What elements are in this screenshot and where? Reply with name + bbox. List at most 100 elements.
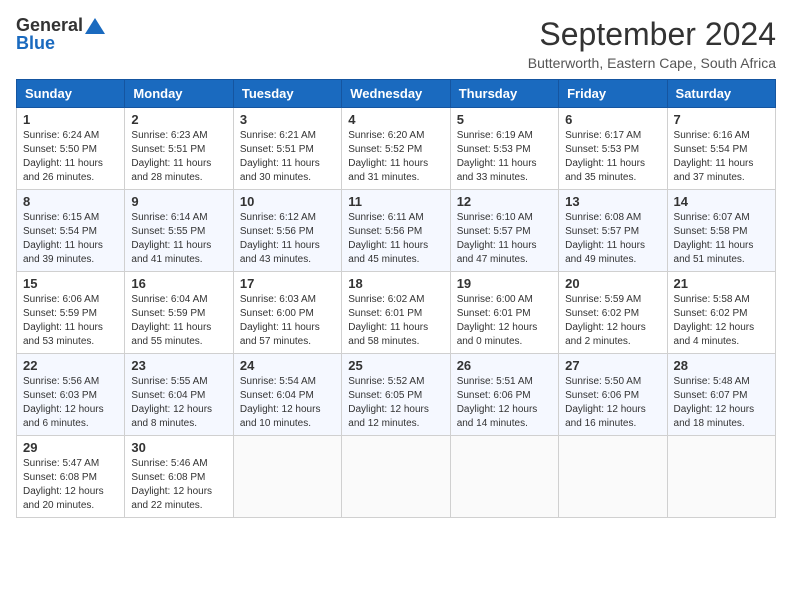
day-number: 17 xyxy=(240,276,335,291)
day-number: 8 xyxy=(23,194,118,209)
day-number: 28 xyxy=(674,358,769,373)
day-info: Sunrise: 6:00 AMSunset: 6:01 PMDaylight:… xyxy=(457,293,552,349)
day-number: 18 xyxy=(348,276,443,291)
calendar-cell: 1 Sunrise: 6:24 AMSunset: 5:50 PMDaylight… xyxy=(17,108,125,190)
calendar-cell xyxy=(667,436,775,518)
calendar-cell: 29Sunrise: 5:47 AMSunset: 6:08 PMDayligh… xyxy=(17,436,125,518)
day-number: 27 xyxy=(565,358,660,373)
calendar-cell: 14 Sunrise: 6:07 AMSunset: 5:58 PMDayligh… xyxy=(667,190,775,272)
day-info: Sunrise: 6:19 AMSunset: 5:53 PMDaylight:… xyxy=(457,129,552,185)
day-info: Sunrise: 5:51 AMSunset: 6:06 PMDaylight:… xyxy=(457,375,552,431)
day-info: Sunrise: 6:07 AMSunset: 5:58 PMDaylight:… xyxy=(674,211,769,267)
calendar-cell: 8 Sunrise: 6:15 AMSunset: 5:54 PMDaylight… xyxy=(17,190,125,272)
calendar-week-5: 29Sunrise: 5:47 AMSunset: 6:08 PMDayligh… xyxy=(17,436,776,518)
calendar-header-row: SundayMondayTuesdayWednesdayThursdayFrid… xyxy=(17,80,776,108)
day-info: Sunrise: 6:20 AMSunset: 5:52 PMDaylight:… xyxy=(348,129,443,185)
logo-blue-text: Blue xyxy=(16,34,55,54)
calendar-cell: 15 Sunrise: 6:06 AMSunset: 5:59 PMDayligh… xyxy=(17,272,125,354)
calendar-cell xyxy=(559,436,667,518)
calendar-cell: 30 Sunrise: 5:46 AMSunset: 6:08 PMDayligh… xyxy=(125,436,233,518)
day-info: Sunrise: 6:17 AMSunset: 5:53 PMDaylight:… xyxy=(565,129,660,185)
calendar-table: SundayMondayTuesdayWednesdayThursdayFrid… xyxy=(16,79,776,518)
calendar-cell: 11Sunrise: 6:11 AMSunset: 5:56 PMDayligh… xyxy=(342,190,450,272)
calendar-cell: 18 Sunrise: 6:02 AMSunset: 6:01 PMDayligh… xyxy=(342,272,450,354)
day-number: 13 xyxy=(565,194,660,209)
day-info: Sunrise: 5:46 AMSunset: 6:08 PMDaylight:… xyxy=(131,457,226,513)
logo-icon xyxy=(85,18,105,34)
day-info: Sunrise: 6:23 AMSunset: 5:51 PMDaylight:… xyxy=(131,129,226,185)
day-number: 26 xyxy=(457,358,552,373)
calendar-cell: 19 Sunrise: 6:00 AMSunset: 6:01 PMDayligh… xyxy=(450,272,558,354)
header-monday: Monday xyxy=(125,80,233,108)
day-info: Sunrise: 6:21 AMSunset: 5:51 PMDaylight:… xyxy=(240,129,335,185)
day-number: 4 xyxy=(348,112,443,127)
day-info: Sunrise: 5:55 AMSunset: 6:04 PMDaylight:… xyxy=(131,375,226,431)
day-number: 12 xyxy=(457,194,552,209)
logo: General Blue xyxy=(16,16,105,54)
calendar-cell: 21 Sunrise: 5:58 AMSunset: 6:02 PMDayligh… xyxy=(667,272,775,354)
header-sunday: Sunday xyxy=(17,80,125,108)
day-number: 19 xyxy=(457,276,552,291)
day-number: 6 xyxy=(565,112,660,127)
day-number: 22 xyxy=(23,358,118,373)
calendar-cell: 4 Sunrise: 6:20 AMSunset: 5:52 PMDaylight… xyxy=(342,108,450,190)
calendar-cell: 9Sunrise: 6:14 AMSunset: 5:55 PMDaylight… xyxy=(125,190,233,272)
day-info: Sunrise: 6:15 AMSunset: 5:54 PMDaylight:… xyxy=(23,211,118,267)
day-number: 7 xyxy=(674,112,769,127)
calendar-cell: 22 Sunrise: 5:56 AMSunset: 6:03 PMDayligh… xyxy=(17,354,125,436)
day-number: 25 xyxy=(348,358,443,373)
header-saturday: Saturday xyxy=(667,80,775,108)
calendar-cell: 27 Sunrise: 5:50 AMSunset: 6:06 PMDayligh… xyxy=(559,354,667,436)
calendar-cell: 7 Sunrise: 6:16 AMSunset: 5:54 PMDaylight… xyxy=(667,108,775,190)
day-info: Sunrise: 6:12 AMSunset: 5:56 PMDaylight:… xyxy=(240,211,335,267)
day-number: 23 xyxy=(131,358,226,373)
header-thursday: Thursday xyxy=(450,80,558,108)
day-info: Sunrise: 5:56 AMSunset: 6:03 PMDaylight:… xyxy=(23,375,118,431)
day-number: 14 xyxy=(674,194,769,209)
day-number: 2 xyxy=(131,112,226,127)
day-info: Sunrise: 5:50 AMSunset: 6:06 PMDaylight:… xyxy=(565,375,660,431)
day-info: Sunrise: 6:14 AMSunset: 5:55 PMDaylight:… xyxy=(131,211,226,267)
calendar-cell: 13Sunrise: 6:08 AMSunset: 5:57 PMDayligh… xyxy=(559,190,667,272)
day-info: Sunrise: 6:10 AMSunset: 5:57 PMDaylight:… xyxy=(457,211,552,267)
month-title: September 2024 xyxy=(528,16,776,53)
calendar-cell xyxy=(342,436,450,518)
calendar-cell: 26 Sunrise: 5:51 AMSunset: 6:06 PMDayligh… xyxy=(450,354,558,436)
day-number: 16 xyxy=(131,276,226,291)
calendar-cell: 24Sunrise: 5:54 AMSunset: 6:04 PMDayligh… xyxy=(233,354,341,436)
day-info: Sunrise: 5:47 AMSunset: 6:08 PMDaylight:… xyxy=(23,457,118,513)
day-info: Sunrise: 6:03 AMSunset: 6:00 PMDaylight:… xyxy=(240,293,335,349)
day-info: Sunrise: 6:06 AMSunset: 5:59 PMDaylight:… xyxy=(23,293,118,349)
day-info: Sunrise: 6:16 AMSunset: 5:54 PMDaylight:… xyxy=(674,129,769,185)
day-info: Sunrise: 6:24 AMSunset: 5:50 PMDaylight:… xyxy=(23,129,118,185)
day-number: 24 xyxy=(240,358,335,373)
calendar-cell xyxy=(450,436,558,518)
day-number: 1 xyxy=(23,112,118,127)
day-number: 10 xyxy=(240,194,335,209)
location-subtitle: Butterworth, Eastern Cape, South Africa xyxy=(528,55,776,71)
day-info: Sunrise: 5:58 AMSunset: 6:02 PMDaylight:… xyxy=(674,293,769,349)
calendar-cell: 10 Sunrise: 6:12 AMSunset: 5:56 PMDayligh… xyxy=(233,190,341,272)
calendar-cell: 20Sunrise: 5:59 AMSunset: 6:02 PMDayligh… xyxy=(559,272,667,354)
calendar-cell: 12 Sunrise: 6:10 AMSunset: 5:57 PMDayligh… xyxy=(450,190,558,272)
day-number: 15 xyxy=(23,276,118,291)
day-number: 5 xyxy=(457,112,552,127)
day-number: 11 xyxy=(348,194,443,209)
day-number: 20 xyxy=(565,276,660,291)
day-info: Sunrise: 6:02 AMSunset: 6:01 PMDaylight:… xyxy=(348,293,443,349)
header-wednesday: Wednesday xyxy=(342,80,450,108)
header-friday: Friday xyxy=(559,80,667,108)
calendar-week-3: 15 Sunrise: 6:06 AMSunset: 5:59 PMDayligh… xyxy=(17,272,776,354)
header-tuesday: Tuesday xyxy=(233,80,341,108)
page-header: General Blue September 2024 Butterworth,… xyxy=(16,16,776,71)
calendar-cell: 23 Sunrise: 5:55 AMSunset: 6:04 PMDayligh… xyxy=(125,354,233,436)
calendar-cell: 17 Sunrise: 6:03 AMSunset: 6:00 PMDayligh… xyxy=(233,272,341,354)
day-number: 21 xyxy=(674,276,769,291)
calendar-week-1: 1 Sunrise: 6:24 AMSunset: 5:50 PMDaylight… xyxy=(17,108,776,190)
calendar-cell: 5 Sunrise: 6:19 AMSunset: 5:53 PMDaylight… xyxy=(450,108,558,190)
calendar-cell: 25Sunrise: 5:52 AMSunset: 6:05 PMDayligh… xyxy=(342,354,450,436)
calendar-week-4: 22 Sunrise: 5:56 AMSunset: 6:03 PMDayligh… xyxy=(17,354,776,436)
calendar-week-2: 8 Sunrise: 6:15 AMSunset: 5:54 PMDaylight… xyxy=(17,190,776,272)
calendar-cell: 2 Sunrise: 6:23 AMSunset: 5:51 PMDaylight… xyxy=(125,108,233,190)
day-number: 30 xyxy=(131,440,226,455)
